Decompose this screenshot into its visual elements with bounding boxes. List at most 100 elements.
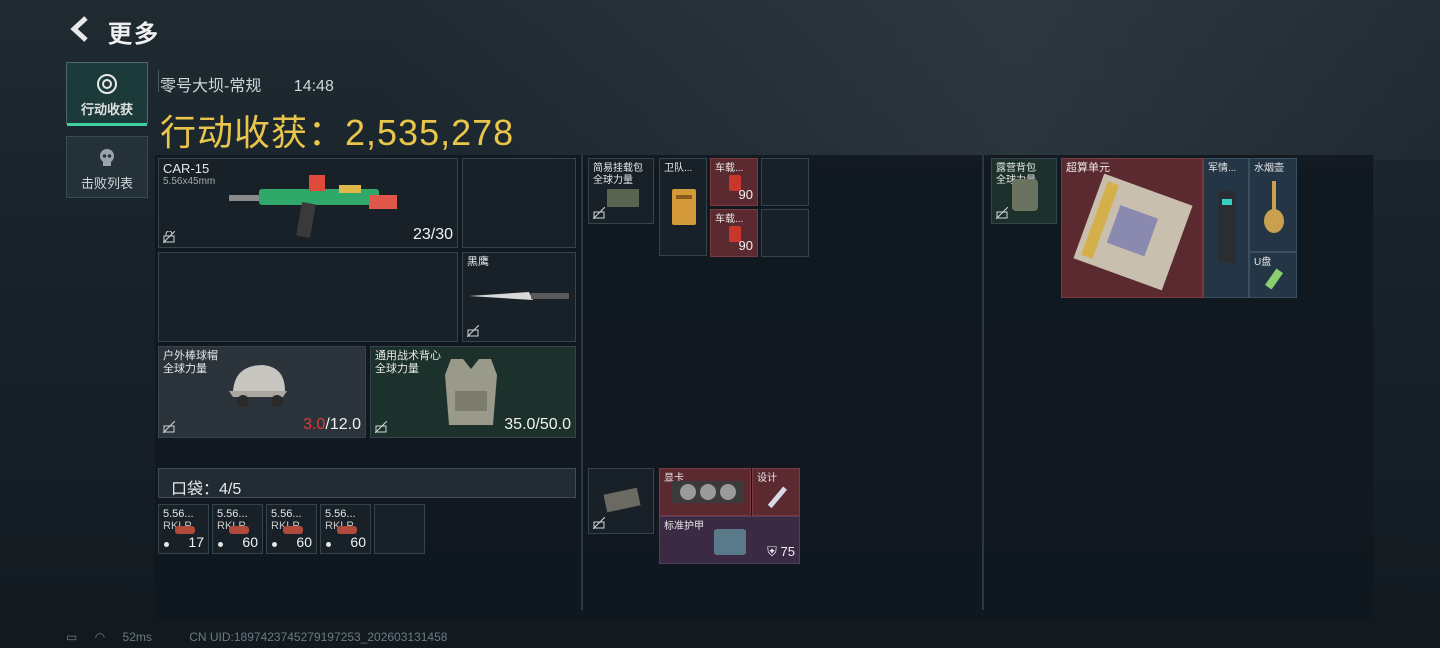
armor-name: 通用战术背心 bbox=[375, 350, 441, 362]
unlock-icon bbox=[593, 207, 605, 219]
circuit-board-icon bbox=[1073, 173, 1193, 291]
helmet-brand: 全球力量 bbox=[163, 363, 207, 375]
rig-icon bbox=[607, 189, 639, 207]
guard-item[interactable]: 卫队... bbox=[659, 158, 707, 256]
hookah-item[interactable]: 水烟壶 bbox=[1249, 158, 1297, 252]
weapon-name: CAR-15 bbox=[163, 161, 210, 176]
supercompute-unit-item[interactable]: 超算单元 bbox=[1061, 158, 1203, 298]
divider bbox=[158, 70, 159, 92]
helmet-durability-max: /12.0 bbox=[325, 416, 361, 433]
weapon-ammo-count: 23/30 bbox=[412, 226, 453, 243]
match-info: 零号大坝-常规 14:48 bbox=[160, 72, 362, 96]
gpu-icon bbox=[672, 481, 744, 503]
knife-icon bbox=[469, 292, 569, 300]
harvest-label: 行动收获： bbox=[160, 112, 346, 153]
card-icon bbox=[672, 189, 696, 225]
harvest-icon bbox=[97, 74, 117, 94]
rifle-icon bbox=[229, 175, 397, 238]
dot-icon bbox=[326, 542, 331, 547]
pocket-header: 口袋：4/5 bbox=[158, 468, 576, 498]
gpu-item[interactable]: 显卡 bbox=[659, 468, 751, 516]
dot-icon bbox=[164, 542, 169, 547]
page-title: 更多 bbox=[108, 21, 160, 48]
ping-value: 52ms bbox=[122, 630, 152, 644]
item-count: 17 bbox=[188, 534, 204, 550]
vehicle-item[interactable]: 车载... 90 bbox=[710, 158, 758, 206]
uid-text: CN UID:1897423745279197253_202603131458 bbox=[189, 630, 448, 644]
empty-rig-slot[interactable] bbox=[761, 158, 809, 206]
back-arrow-icon[interactable] bbox=[66, 14, 96, 44]
divider bbox=[581, 155, 583, 610]
unlock-icon bbox=[467, 325, 479, 337]
empty-rig-slot[interactable] bbox=[761, 209, 809, 257]
wifi-icon: ◠ bbox=[94, 630, 106, 644]
empty-weapon-slot[interactable] bbox=[158, 252, 458, 342]
tab-harvest[interactable]: 行动收获 bbox=[66, 62, 148, 126]
rig-slot[interactable]: 简易挂载包 全球力量 bbox=[588, 158, 654, 224]
skull-icon bbox=[100, 149, 114, 166]
tab-label: 行动收获 bbox=[80, 102, 133, 117]
usb-icon bbox=[1264, 268, 1284, 290]
item-count: 90 bbox=[738, 238, 753, 253]
unlock-icon bbox=[163, 421, 175, 433]
cap-icon bbox=[229, 365, 287, 407]
item-name: 水烟壶 bbox=[1254, 163, 1284, 174]
dot-icon bbox=[272, 542, 277, 547]
status-bar: ▭ ◠ 52ms CN UID:1897423745279197253_2026… bbox=[66, 630, 461, 644]
pocket-item[interactable]: 5.56... RKLP 60 bbox=[320, 504, 371, 554]
weapon-slot[interactable]: CAR-15 5.56x45mm 23/30 bbox=[158, 158, 458, 248]
device-icon bbox=[1218, 191, 1236, 263]
item-durability-value: 75 bbox=[780, 544, 795, 559]
empty-pocket-slot[interactable] bbox=[374, 504, 425, 554]
armor-durability: 35.0/50.0 bbox=[504, 416, 571, 433]
helmet-name: 户外棒球帽 bbox=[163, 350, 218, 362]
item-name: 卫队... bbox=[664, 163, 693, 174]
item-name: 军情... bbox=[1208, 163, 1237, 174]
melee-slot[interactable]: 黑鹰 bbox=[462, 252, 576, 342]
pocket-item[interactable]: 5.56... RKLP 17 bbox=[158, 504, 209, 554]
helmet-durability: 3.0/12.0 bbox=[303, 416, 361, 434]
empty-slot[interactable] bbox=[462, 158, 576, 248]
unlock-icon bbox=[593, 517, 605, 529]
helmet-slot[interactable]: 户外棒球帽 全球力量 3.0/12.0 bbox=[158, 346, 366, 438]
item-count: 60 bbox=[242, 534, 258, 550]
vehicle-item[interactable]: 车载... 90 bbox=[710, 209, 758, 257]
helmet-durability-current: 3.0 bbox=[303, 416, 326, 433]
pocket-item[interactable]: 5.56... RKLP 60 bbox=[212, 504, 263, 554]
item-count: 60 bbox=[296, 534, 312, 550]
harvest-total: 行动收获：2,535,278 bbox=[160, 104, 514, 156]
body-armor-icon bbox=[714, 529, 746, 555]
usb-item[interactable]: U盘 bbox=[1249, 252, 1297, 298]
pen-icon bbox=[767, 486, 788, 509]
unlock-icon bbox=[375, 421, 387, 433]
armor-brand: 全球力量 bbox=[375, 363, 419, 375]
item-durability: ⛨ 75 bbox=[767, 544, 795, 560]
item-count: 90 bbox=[738, 187, 753, 202]
hookah-icon bbox=[1264, 181, 1284, 233]
design-item[interactable]: 设计 bbox=[752, 468, 800, 516]
match-time: 14:48 bbox=[293, 78, 334, 95]
backpack-slot[interactable] bbox=[588, 468, 654, 534]
tab-defeat-list[interactable]: 击败列表 bbox=[66, 136, 148, 198]
shield-icon: ⛨ bbox=[767, 544, 781, 559]
melee-name: 黑鹰 bbox=[467, 256, 489, 268]
battery-icon: ▭ bbox=[66, 630, 78, 644]
item-count: 60 bbox=[350, 534, 366, 550]
armor-slot[interactable]: 通用战术背心 全球力量 35.0/50.0 bbox=[370, 346, 576, 438]
intel-item[interactable]: 军情... bbox=[1203, 158, 1249, 298]
unlock-icon bbox=[996, 207, 1008, 219]
pouch-icon bbox=[603, 487, 641, 513]
camping-backpack-slot[interactable]: 露营背包 全球力量 bbox=[991, 158, 1057, 224]
backpack-icon bbox=[1012, 179, 1038, 211]
unlock-icon bbox=[163, 231, 175, 243]
harvest-value: 2,535,278 bbox=[345, 112, 515, 153]
item-name: 标准护甲 bbox=[664, 521, 704, 532]
dot-icon bbox=[218, 542, 223, 547]
weapon-ammo-type: 5.56x45mm bbox=[163, 176, 216, 187]
map-name: 零号大坝-常规 bbox=[160, 78, 262, 95]
vest-icon bbox=[445, 359, 497, 425]
pocket-label: 口袋：4/5 bbox=[171, 481, 242, 498]
pocket-item[interactable]: 5.56... RKLP 60 bbox=[266, 504, 317, 554]
divider bbox=[982, 155, 984, 610]
armor-item[interactable]: 标准护甲 ⛨ 75 bbox=[659, 516, 800, 564]
